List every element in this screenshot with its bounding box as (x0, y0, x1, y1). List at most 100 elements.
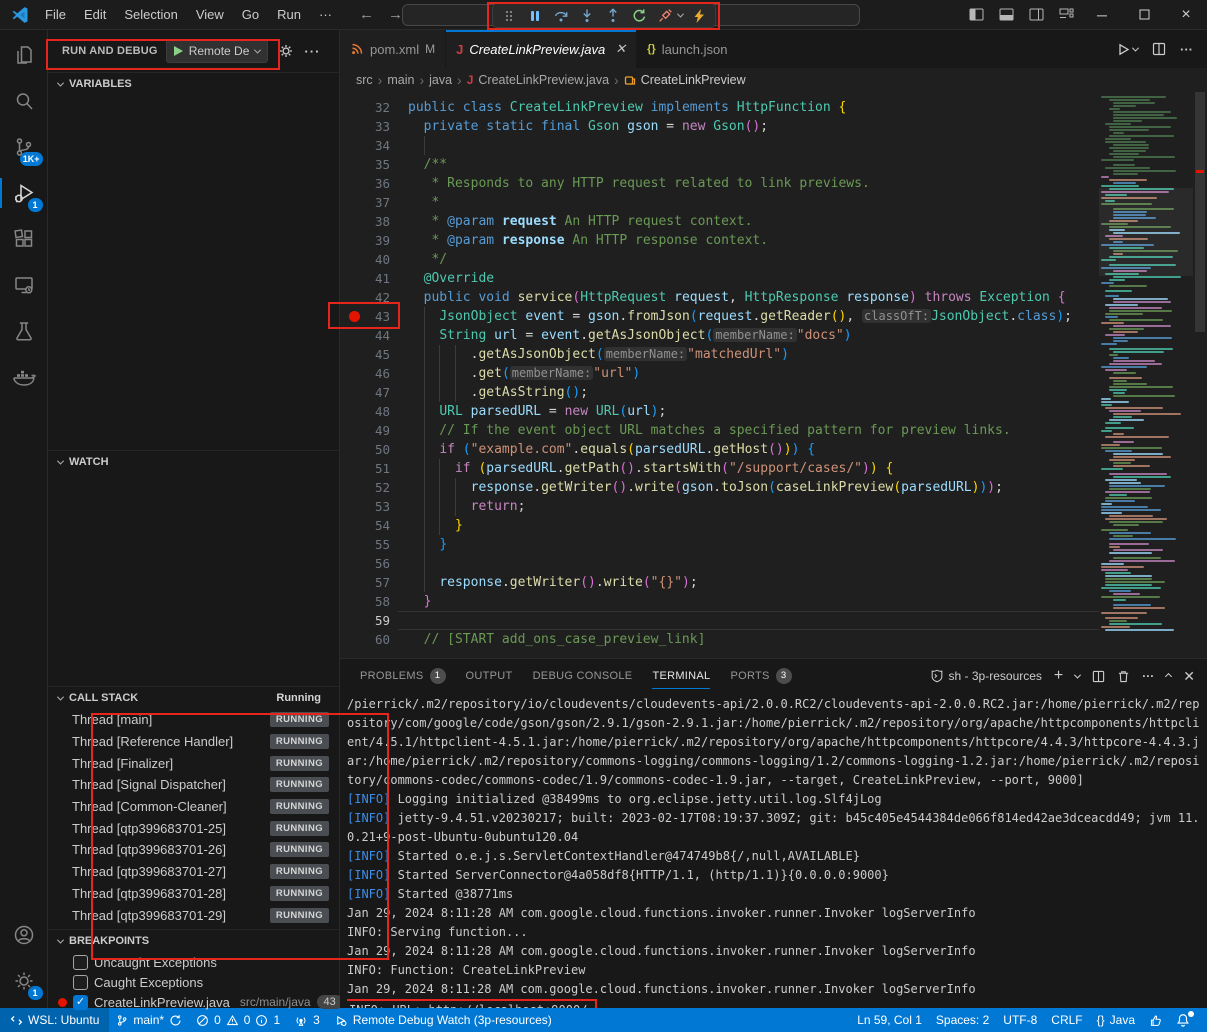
step-out-icon[interactable] (601, 5, 625, 26)
gutter-44[interactable]: 44 (340, 326, 398, 345)
tab-output[interactable]: OUTPUT (458, 659, 521, 693)
minimap[interactable] (1099, 92, 1193, 658)
terminal-profile-chevron-icon[interactable] (1074, 671, 1081, 678)
breakpoint-dot[interactable] (349, 311, 360, 322)
step-into-icon[interactable] (575, 5, 599, 26)
eol-sequence[interactable]: CRLF (1044, 1008, 1089, 1032)
gutter-32[interactable]: 32 (340, 98, 398, 117)
menu-item-view[interactable]: View (187, 0, 233, 30)
activity-search-icon[interactable] (0, 78, 48, 124)
pause-icon[interactable] (523, 5, 547, 26)
panel-more-actions-icon[interactable]: ··· (1142, 669, 1154, 683)
feedback-icon[interactable] (1142, 1008, 1169, 1032)
gutter-53[interactable]: 53 (340, 497, 398, 516)
callstack-thread[interactable]: Thread [qtp399683701-25]RUNNING (48, 817, 339, 839)
callstack-thread[interactable]: Thread [qtp399683701-29]RUNNING (48, 904, 339, 926)
gutter-59[interactable]: 59 (340, 611, 398, 630)
gutter-60[interactable]: 60 (340, 630, 398, 649)
gutter-57[interactable]: 57 (340, 573, 398, 592)
close-window-button[interactable]: × (1165, 0, 1207, 30)
split-terminal-icon[interactable] (1092, 670, 1105, 683)
nav-back-icon[interactable]: ← (359, 6, 374, 23)
scrollbar-slider[interactable] (1195, 92, 1205, 332)
debug-session-chevron-icon[interactable] (675, 5, 685, 26)
language-mode[interactable]: {}Java (1090, 1008, 1142, 1032)
activity-testing-icon[interactable] (0, 308, 48, 354)
split-editor-icon[interactable] (1152, 42, 1166, 56)
callstack-thread[interactable]: Thread [qtp399683701-28]RUNNING (48, 883, 339, 905)
tab-debug-console[interactable]: DEBUG CONSOLE (525, 659, 641, 693)
new-terminal-icon[interactable]: + (1054, 667, 1063, 685)
callstack-thread[interactable]: Thread [Signal Dispatcher]RUNNING (48, 774, 339, 796)
gutter-47[interactable]: 47 (340, 383, 398, 402)
menu-item-go[interactable]: Go (233, 0, 268, 30)
editor-more-actions-icon[interactable]: ··· (1180, 42, 1193, 57)
callstack-thread[interactable]: Thread [Reference Handler]RUNNING (48, 731, 339, 753)
gutter-55[interactable]: 55 (340, 535, 398, 554)
toggle-secondary-sidebar-icon[interactable] (1021, 0, 1051, 30)
gutter-43[interactable]: 43 (340, 307, 398, 326)
breadcrumb-main[interactable]: main (387, 73, 414, 87)
callstack-thread[interactable]: Thread [Finalizer]RUNNING (48, 752, 339, 774)
activity-docker-icon[interactable] (0, 354, 48, 400)
menu-item-file[interactable]: File (36, 0, 75, 30)
call-stack-section-header[interactable]: CALL STACK Running (48, 687, 339, 709)
toggle-panel-icon[interactable] (991, 0, 1021, 30)
gutter-34[interactable]: 34 (340, 136, 398, 155)
gutter-42[interactable]: 42 (340, 288, 398, 307)
gutter-33[interactable]: 33 (340, 117, 398, 136)
minimap-viewport[interactable] (1099, 188, 1193, 276)
editor-scrollbar[interactable] (1193, 92, 1207, 658)
callstack-thread[interactable]: Thread [main]RUNNING (48, 709, 339, 731)
maximize-panel-icon[interactable] (1165, 672, 1172, 679)
maximize-button[interactable] (1123, 0, 1165, 30)
run-java-button[interactable] (1117, 43, 1138, 56)
breadcrumb-file[interactable]: CreateLinkPreview.java (478, 73, 609, 87)
gutter-46[interactable]: 46 (340, 364, 398, 383)
tab-ports[interactable]: PORTS3 (722, 659, 799, 693)
hot-code-replace-icon[interactable] (687, 5, 711, 26)
toggle-sidebar-icon[interactable] (961, 0, 991, 30)
tab-createlinkpreview-java[interactable]: J CreateLinkPreview.java ✕ (446, 30, 637, 68)
gutter-40[interactable]: 40 (340, 250, 398, 269)
breakpoint-item[interactable]: Uncaught Exceptions (48, 952, 339, 972)
gutter-39[interactable]: 39 (340, 231, 398, 250)
gutter-45[interactable]: 45 (340, 345, 398, 364)
menu-item-selection[interactable]: Selection (115, 0, 186, 30)
breadcrumb-java[interactable]: java (429, 73, 452, 87)
launch-config-dropdown[interactable]: Remote De (166, 39, 269, 63)
menu-item-edit[interactable]: Edit (75, 0, 115, 30)
gutter-51[interactable]: 51 (340, 459, 398, 478)
nav-forward-icon[interactable]: → (388, 6, 403, 23)
breakpoint-item[interactable]: Caught Exceptions (48, 972, 339, 992)
callstack-thread[interactable]: Thread [qtp399683701-26]RUNNING (48, 839, 339, 861)
breadcrumb-symbol[interactable]: CreateLinkPreview (641, 73, 746, 87)
activity-extensions-icon[interactable] (0, 216, 48, 262)
accounts-icon[interactable] (0, 912, 48, 958)
close-panel-icon[interactable]: ✕ (1183, 668, 1195, 685)
kill-terminal-icon[interactable] (1117, 670, 1130, 683)
activity-remote-explorer-icon[interactable] (0, 262, 48, 308)
gutter-35[interactable]: 35 (340, 155, 398, 174)
encoding[interactable]: UTF-8 (996, 1008, 1044, 1032)
watch-section-header[interactable]: WATCH (48, 451, 339, 473)
settings-gear-icon[interactable]: 1 (0, 958, 48, 1004)
gutter-37[interactable]: 37 (340, 193, 398, 212)
activity-explorer-icon[interactable] (0, 32, 48, 78)
minimize-button[interactable]: ─ (1081, 0, 1123, 30)
gutter-48[interactable]: 48 (340, 402, 398, 421)
customize-layout-icon[interactable] (1051, 0, 1081, 30)
variables-section-header[interactable]: VARIABLES (48, 73, 339, 95)
menu-item-run[interactable]: Run (268, 0, 310, 30)
breadcrumb-src[interactable]: src (356, 73, 373, 87)
sidebar-more-actions-icon[interactable]: ··· (304, 44, 320, 59)
tab-problems[interactable]: PROBLEMS1 (352, 659, 454, 693)
indentation[interactable]: Spaces: 2 (929, 1008, 996, 1032)
callstack-thread[interactable]: Thread [Common-Cleaner]RUNNING (48, 796, 339, 818)
activity-run-and-debug-icon[interactable]: 1 (0, 170, 48, 216)
gutter-50[interactable]: 50 (340, 440, 398, 459)
gutter-54[interactable]: 54 (340, 516, 398, 535)
tab-close-icon[interactable]: ✕ (615, 41, 626, 57)
gutter-58[interactable]: 58 (340, 592, 398, 611)
code-editor[interactable]: 32public class CreateLinkPreview impleme… (340, 92, 1207, 658)
